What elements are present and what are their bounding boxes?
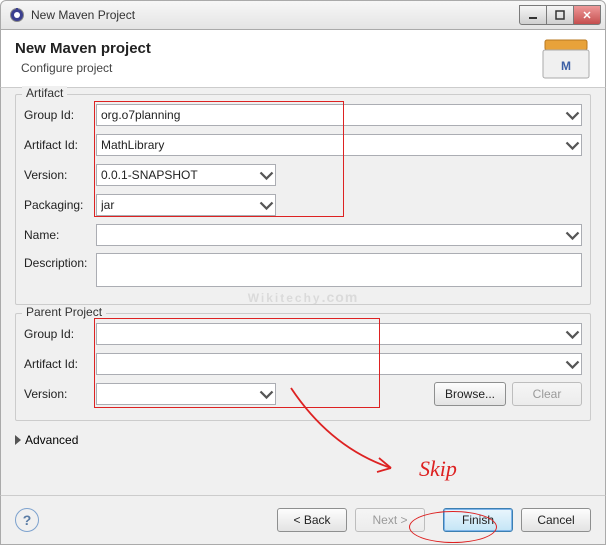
cancel-button[interactable]: Cancel [521, 508, 591, 532]
triangle-right-icon [15, 435, 21, 445]
maven-banner-icon: M [541, 36, 591, 80]
page-subtitle: Configure project [15, 61, 591, 75]
browse-button[interactable]: Browse... [434, 382, 506, 406]
packaging-label: Packaging: [24, 198, 96, 212]
window-maximize-button[interactable] [546, 5, 574, 25]
version-input[interactable] [96, 164, 276, 186]
window-title: New Maven Project [31, 8, 520, 22]
window-minimize-button[interactable] [519, 5, 547, 25]
artifact-id-label: Artifact Id: [24, 138, 96, 152]
wizard-header: New Maven project Configure project M [0, 30, 606, 87]
wizard-footer: ? < Back Next > Finish Cancel [0, 495, 606, 545]
advanced-label: Advanced [25, 433, 78, 447]
description-label: Description: [24, 253, 96, 270]
artifact-id-input[interactable] [96, 134, 582, 156]
svg-text:M: M [561, 59, 571, 73]
parent-artifact-id-input[interactable] [96, 353, 582, 375]
parent-version-label: Version: [24, 387, 96, 401]
parent-legend: Parent Project [22, 305, 106, 319]
parent-version-input[interactable] [96, 383, 276, 405]
parent-artifact-id-label: Artifact Id: [24, 357, 96, 371]
packaging-input[interactable] [96, 194, 276, 216]
annotation-skip-text: Skip [419, 456, 457, 482]
parent-group-id-label: Group Id: [24, 327, 96, 341]
next-button[interactable]: Next > [355, 508, 425, 532]
help-button[interactable]: ? [15, 508, 39, 532]
parent-group-id-input[interactable] [96, 323, 582, 345]
group-id-input[interactable] [96, 104, 582, 126]
window-close-button[interactable] [573, 5, 601, 25]
name-input[interactable] [96, 224, 582, 246]
name-label: Name: [24, 228, 96, 242]
wizard-body: Wikitechy.com Artifact Group Id: Artifac… [0, 87, 606, 495]
version-label: Version: [24, 168, 96, 182]
description-input[interactable] [96, 253, 582, 287]
artifact-legend: Artifact [22, 86, 67, 100]
advanced-expander[interactable]: Advanced [15, 429, 591, 451]
parent-project-group: Parent Project Group Id: Artifact Id: Ve… [15, 313, 591, 421]
clear-button[interactable]: Clear [512, 382, 582, 406]
artifact-group: Artifact Group Id: Artifact Id: Version:… [15, 94, 591, 305]
group-id-label: Group Id: [24, 108, 96, 122]
window-titlebar: New Maven Project [0, 0, 606, 30]
back-button[interactable]: < Back [277, 508, 347, 532]
page-title: New Maven project [15, 40, 591, 57]
finish-button[interactable]: Finish [443, 508, 513, 532]
app-icon [9, 7, 25, 23]
